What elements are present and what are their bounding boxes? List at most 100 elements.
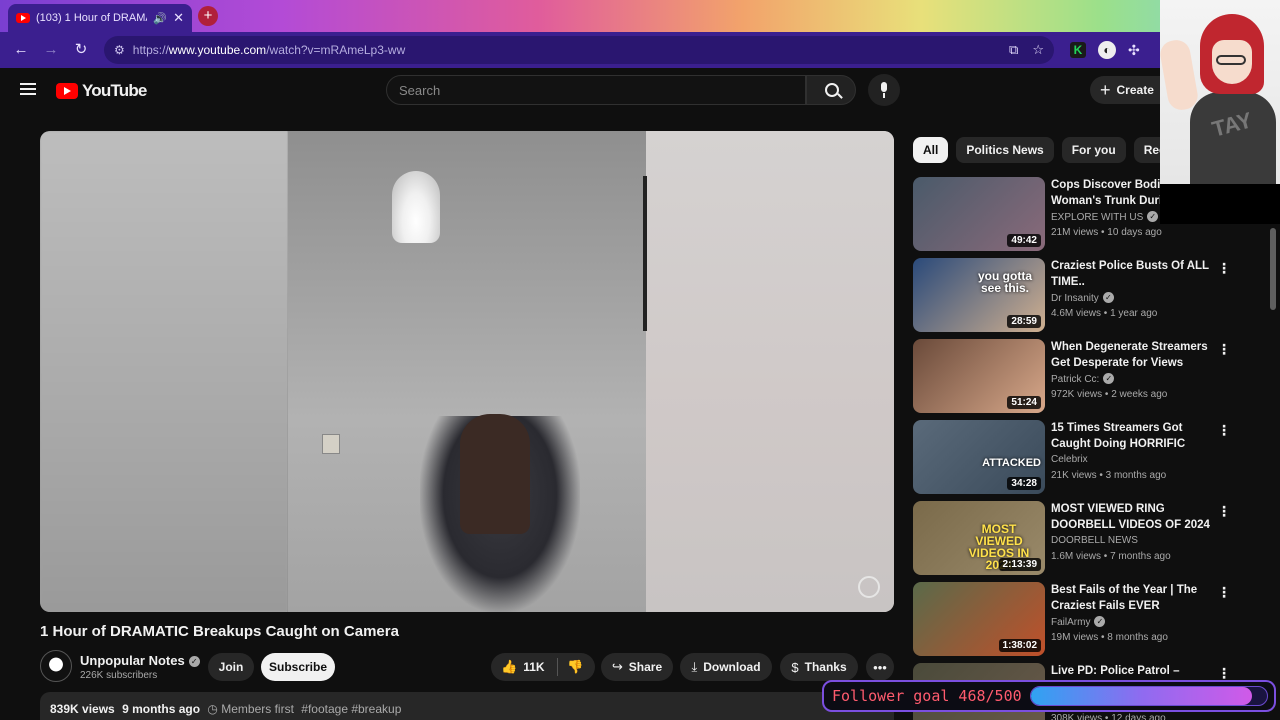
recommendation-meta: 308K views • 12 days ago xyxy=(1051,713,1166,720)
more-vertical-icon[interactable]: ⋮ xyxy=(1217,422,1231,439)
video-thumbnail[interactable]: 49:42 xyxy=(913,177,1045,251)
browser-tab-active[interactable]: (103) 1 Hour of DRAMATIC 🔊 ✕ xyxy=(8,4,192,32)
like-count: 11K xyxy=(523,660,545,674)
video-frame-door xyxy=(643,176,647,331)
browser-toolbar: ← → ↻ ⚙ https://www.youtube.com/watch?v=… xyxy=(0,32,1160,68)
more-horizontal-icon: ••• xyxy=(873,659,887,675)
recommendation-title[interactable]: 15 Times Streamers Got Caught Doing HORR… xyxy=(1051,420,1215,452)
recommendation-title[interactable]: Best Fails of the Year | The Craziest Fa… xyxy=(1051,582,1215,614)
more-vertical-icon[interactable]: ⋮ xyxy=(1217,341,1231,358)
recommendation-channel[interactable]: DOORBELL NEWS xyxy=(1051,535,1138,546)
speaker-icon[interactable]: 🔊 xyxy=(153,12,167,25)
url-text[interactable]: https://www.youtube.com/watch?v=mRAmeLp3… xyxy=(133,43,405,57)
overlay-black-strip xyxy=(1160,184,1280,224)
share-arrow-icon: ↪ xyxy=(611,659,623,674)
chip-politics-news[interactable]: Politics News xyxy=(956,137,1054,163)
like-button[interactable]: 👍 11K 👎 xyxy=(491,653,595,681)
verified-check-icon: ✓ xyxy=(188,656,200,667)
recommendation-item[interactable]: you gotta see this. 28:59 Craziest Police … xyxy=(913,258,1233,339)
recommendation-title[interactable]: When Degenerate Streamers Get Desperate … xyxy=(1051,339,1215,371)
duration-badge: 1:38:02 xyxy=(998,639,1041,652)
avatar-glasses xyxy=(1216,55,1246,65)
forward-arrow-icon[interactable]: → xyxy=(38,37,64,63)
extension-circle-icon[interactable]: ◐ xyxy=(1098,41,1116,59)
youtube-header: YouTube + Create xyxy=(0,68,1160,112)
follower-goal-bar xyxy=(1029,686,1268,706)
extensions-puzzle-icon[interactable]: ✣ xyxy=(1128,42,1140,59)
site-settings-icon[interactable]: ⚙ xyxy=(114,43,125,57)
close-icon[interactable]: ✕ xyxy=(173,10,184,26)
more-vertical-icon[interactable]: ⋮ xyxy=(1217,503,1231,520)
recommendation-item[interactable]: 1:38:02 Best Fails of the Year | The Craz… xyxy=(913,582,1233,663)
recommendation-title[interactable]: MOST VIEWED RING DOORBELL VIDEOS OF 2024 xyxy=(1051,501,1215,533)
page-scrollbar[interactable] xyxy=(1270,228,1276,310)
recommendation-meta: 21K views • 3 months ago xyxy=(1051,470,1167,481)
video-frame-hair xyxy=(460,414,530,534)
recommendation-channel[interactable]: EXPLORE WITH US ✓ xyxy=(1051,211,1159,223)
recommendation-item[interactable]: MOST VIEWED VIDEOS IN 20242:13:39MOST VI… xyxy=(913,501,1233,582)
recommendation-channel[interactable]: Dr Insanity ✓ xyxy=(1051,292,1114,304)
download-button[interactable]: ⤓ Download xyxy=(680,653,772,681)
subscribe-button[interactable]: Subscribe xyxy=(261,653,335,681)
youtube-logo[interactable]: YouTube xyxy=(56,81,147,101)
search-box[interactable] xyxy=(386,75,806,105)
follower-goal-fill xyxy=(1030,687,1252,705)
thumbs-down-icon[interactable]: 👎 xyxy=(567,659,583,675)
channel-name[interactable]: Unpopular Notes ✓ xyxy=(80,653,200,668)
verified-check-icon: ✓ xyxy=(1147,211,1159,222)
chip-for-you[interactable]: For you xyxy=(1061,137,1126,163)
voice-search-mic-icon[interactable] xyxy=(868,74,900,106)
more-vertical-icon[interactable]: ⋮ xyxy=(1217,584,1231,601)
video-frame-thermostat xyxy=(322,434,340,454)
share-button[interactable]: ↪ Share xyxy=(601,653,673,681)
channel-avatar[interactable] xyxy=(40,650,72,682)
new-tab-button[interactable]: + xyxy=(198,6,218,26)
recommendation-channel[interactable]: Patrick Cc: ✓ xyxy=(1051,373,1115,385)
recommendation-meta: 21M views • 10 days ago xyxy=(1051,227,1162,238)
members-clock-icon: ◷ xyxy=(207,702,218,716)
duration-badge: 34:28 xyxy=(1007,477,1041,490)
verified-check-icon: ✓ xyxy=(1103,373,1115,384)
tab-title: (103) 1 Hour of DRAMATIC xyxy=(35,12,147,24)
extension-k-icon[interactable]: K xyxy=(1070,42,1086,58)
search-button[interactable] xyxy=(806,75,856,105)
recommendation-meta: 19M views • 8 months ago xyxy=(1051,632,1168,643)
recommendation-channel[interactable]: FailArmy ✓ xyxy=(1051,616,1106,628)
channel-row: Unpopular Notes ✓ 226K subscribers Join S… xyxy=(40,650,894,684)
menu-hamburger-icon[interactable] xyxy=(20,83,36,95)
recommendation-item[interactable]: 51:24 When Degenerate Streamers Get Despe… xyxy=(913,339,1233,420)
reload-icon[interactable]: ↻ xyxy=(68,37,94,63)
verified-check-icon: ✓ xyxy=(1102,292,1114,303)
more-vertical-icon[interactable]: ⋮ xyxy=(1217,260,1231,277)
chip-all[interactable]: All xyxy=(913,137,949,163)
thumbs-up-icon: 👍 xyxy=(501,659,518,674)
description-box[interactable]: 839K views 9 months ago ◷ Members first … xyxy=(40,692,894,720)
recommendations-list: 49:42 Cops Discover Bodies In Woman's Tru… xyxy=(913,177,1233,720)
thanks-button[interactable]: $ Thanks xyxy=(780,653,858,681)
video-thumbnail[interactable]: 1:38:02 xyxy=(913,582,1045,656)
youtube-logo-text: YouTube xyxy=(82,81,147,100)
bookmark-star-icon[interactable]: ☆ xyxy=(1032,42,1044,58)
hashtags[interactable]: #footage #breakup xyxy=(301,702,401,716)
recommendation-channel[interactable]: Celebrix xyxy=(1051,454,1088,465)
video-thumbnail[interactable]: 51:24 xyxy=(913,339,1045,413)
video-thumbnail[interactable]: MOST VIEWED VIDEOS IN 20242:13:39 xyxy=(913,501,1045,575)
video-player[interactable] xyxy=(40,131,894,612)
address-bar[interactable]: ⚙ https://www.youtube.com/watch?v=mRAmeL… xyxy=(104,36,1054,64)
join-button[interactable]: Join xyxy=(208,653,254,681)
recommendation-item[interactable]: ATTACKED 34:28 15 Times Streamers Got Caug… xyxy=(913,420,1233,501)
recommendation-title[interactable]: Craziest Police Busts Of ALL TIME.. xyxy=(1051,258,1215,290)
video-frame-lamp xyxy=(392,171,440,243)
create-button[interactable]: + Create xyxy=(1090,76,1160,104)
video-frame-left xyxy=(40,131,288,612)
create-label: Create xyxy=(1116,83,1154,97)
avatar-arm xyxy=(1160,37,1200,113)
search-input[interactable] xyxy=(399,82,793,98)
super-thanks-icon: $ xyxy=(791,659,799,675)
more-actions-button[interactable]: ••• xyxy=(866,653,894,681)
video-thumbnail[interactable]: ATTACKED 34:28 xyxy=(913,420,1045,494)
install-app-icon[interactable]: ⧉ xyxy=(1009,42,1018,58)
video-thumbnail[interactable]: you gotta see this. 28:59 xyxy=(913,258,1045,332)
back-arrow-icon[interactable]: ← xyxy=(8,37,34,63)
channel-watermark-icon[interactable] xyxy=(858,576,880,598)
